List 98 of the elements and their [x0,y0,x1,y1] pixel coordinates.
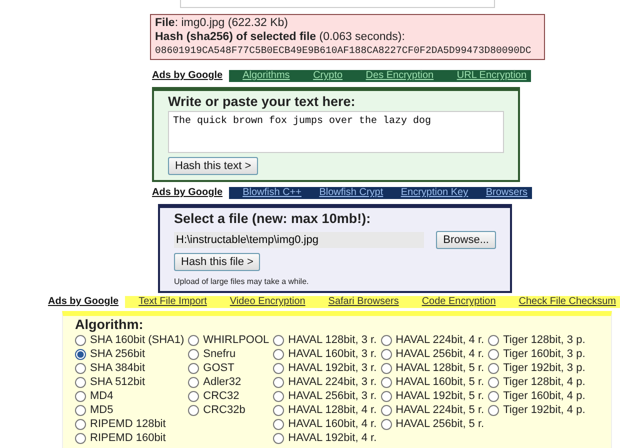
hash-caption: Hash (sha256) of selected file (0.063 seconds): [155,30,406,44]
ad-link[interactable]: Encryption Key [400,187,468,199]
algorithm-label: HAVAL 192bit, 5 r. [396,388,484,404]
panel-title: Select a file (new: max 10mb!): [174,211,372,227]
radio-button[interactable] [273,432,284,444]
algorithm-label: HAVAL 256bit, 3 r. [288,388,377,404]
algorithm-title: Algorithm: [75,317,144,332]
algorithm-label: Tiger 128bit, 4 p. [503,374,586,390]
ads-label[interactable]: Ads by Google [152,70,223,82]
radio-button[interactable] [75,376,86,388]
algorithm-label: WHIRLPOOL [203,332,270,348]
hash-text-button[interactable]: Hash this text > [168,157,258,175]
ad-link[interactable]: Safari Browsers [328,296,399,308]
ad-link[interactable]: Code Encryption [422,296,496,308]
ad-link[interactable]: Blowfish C++ [242,187,302,199]
radio-button[interactable] [380,376,392,388]
algorithm-label: RIPEMD 128bit [90,416,166,432]
ads-label[interactable]: Ads by Google [48,296,119,308]
algorithm-label: SHA 384bit [90,360,146,376]
algorithm-label: Snefru [203,346,236,362]
file-path-field[interactable]: H:\instructable\temp\img0.jpg [174,232,424,248]
radio-button[interactable] [488,362,500,374]
algorithm-label: HAVAL 128bit, 3 r. [288,332,377,348]
algorithm-label: HAVAL 128bit, 4 r. [288,402,377,418]
radio-button[interactable] [380,418,392,430]
algorithm-label: HAVAL 160bit, 3 r. [288,346,377,362]
radio-button[interactable] [75,390,86,402]
ad-link[interactable]: Video Encryption [230,296,306,308]
algorithm-label: Tiger 160bit, 4 p. [503,388,586,404]
algorithm-label: MD4 [90,388,114,404]
text-input[interactable]: The quick brown fox jumps over the lazy dog [168,111,504,153]
algorithm-label: Adler32 [203,374,242,390]
algorithm-label: HAVAL 160bit, 4 r. [288,416,377,432]
algorithm-label: HAVAL 192bit, 4 r. [288,430,377,446]
radio-button[interactable] [488,348,500,360]
radio-button[interactable] [273,376,284,388]
radio-button[interactable] [188,390,200,402]
radio-button[interactable] [188,362,200,374]
ads-label[interactable]: Ads by Google [152,187,223,199]
hash-file-button[interactable]: Hash this file > [174,253,260,271]
algorithm-label: Tiger 192bit, 3 p. [503,360,586,376]
file-info-text: File: img0.jpg (622.32 Kb) [155,16,289,30]
radio-button[interactable] [488,376,500,388]
radio-button[interactable] [488,334,500,346]
browse-button[interactable]: Browse... [436,231,496,249]
hash-value: 08601919CA548F77C5B0ECB49E9B610AF188CA8227CF0F2DA5D99473D80090DC [155,44,532,58]
radio-button[interactable] [188,376,200,388]
radio-button[interactable] [380,404,392,416]
algorithm-label: HAVAL 224bit, 3 r. [288,374,377,390]
radio-button[interactable] [188,334,200,346]
radio-button[interactable] [75,334,86,346]
radio-button[interactable] [488,404,500,416]
algorithm-label: RIPEMD 160bit [90,430,166,446]
algorithm-label: Tiger 192bit, 4 p. [503,402,586,418]
algorithm-label: HAVAL 128bit, 5 r. [396,360,484,376]
algorithm-label: Tiger 160bit, 3 p. [503,346,586,362]
algorithm-label: HAVAL 160bit, 5 r. [396,374,484,390]
algorithm-label: HAVAL 224bit, 5 r. [396,402,484,418]
radio-button[interactable] [273,390,284,402]
ad-link[interactable]: Text File Import [138,296,207,308]
radio-button[interactable] [273,362,284,374]
algorithm-label: HAVAL 256bit, 5 r. [396,416,484,432]
panel-title: Write or paste your text here: [168,94,356,110]
algorithm-label: CRC32 [203,388,240,404]
radio-button[interactable] [488,390,500,402]
algorithm-label: CRC32b [203,402,246,418]
algorithm-label: HAVAL 192bit, 3 r. [288,360,377,376]
algorithm-label: Tiger 128bit, 3 p. [503,332,586,348]
algorithm-label: SHA 512bit [90,374,146,390]
ad-link[interactable]: Algorithms [242,70,290,82]
radio-button[interactable] [273,418,284,430]
radio-button[interactable] [380,390,392,402]
algorithm-label: HAVAL 256bit, 4 r. [396,346,484,362]
radio-button[interactable] [75,362,86,374]
ad-link[interactable]: URL Encryption [456,70,527,82]
radio-button[interactable] [273,334,284,346]
ad-link[interactable]: Crypto [313,70,343,82]
algorithm-label: SHA 256bit [90,346,146,362]
radio-button[interactable] [75,432,86,444]
radio-button[interactable] [188,348,200,360]
radio-button[interactable] [380,348,392,360]
algorithm-label: MD5 [90,402,114,418]
algorithm-label: GOST [203,360,234,376]
algorithm-label: SHA 160bit (SHA1) [90,332,184,348]
ad-link[interactable]: Des Encryption [366,70,434,82]
radio-button[interactable] [188,404,200,416]
radio-button[interactable] [273,348,284,360]
ad-link[interactable]: Blowfish Crypt [319,187,384,199]
radio-button[interactable] [273,404,284,416]
radio-button[interactable] [380,362,392,374]
upload-note: Upload of large files may take a while. [174,276,310,288]
radio-button[interactable] [75,418,86,430]
ad-link[interactable]: Browsers [486,187,528,199]
ad-link[interactable]: Check File Checksum [518,296,616,308]
algorithm-label: HAVAL 224bit, 4 r. [396,332,484,348]
radio-button[interactable] [75,404,86,416]
radio-button[interactable] [380,334,392,346]
radio-button[interactable] [75,348,86,360]
